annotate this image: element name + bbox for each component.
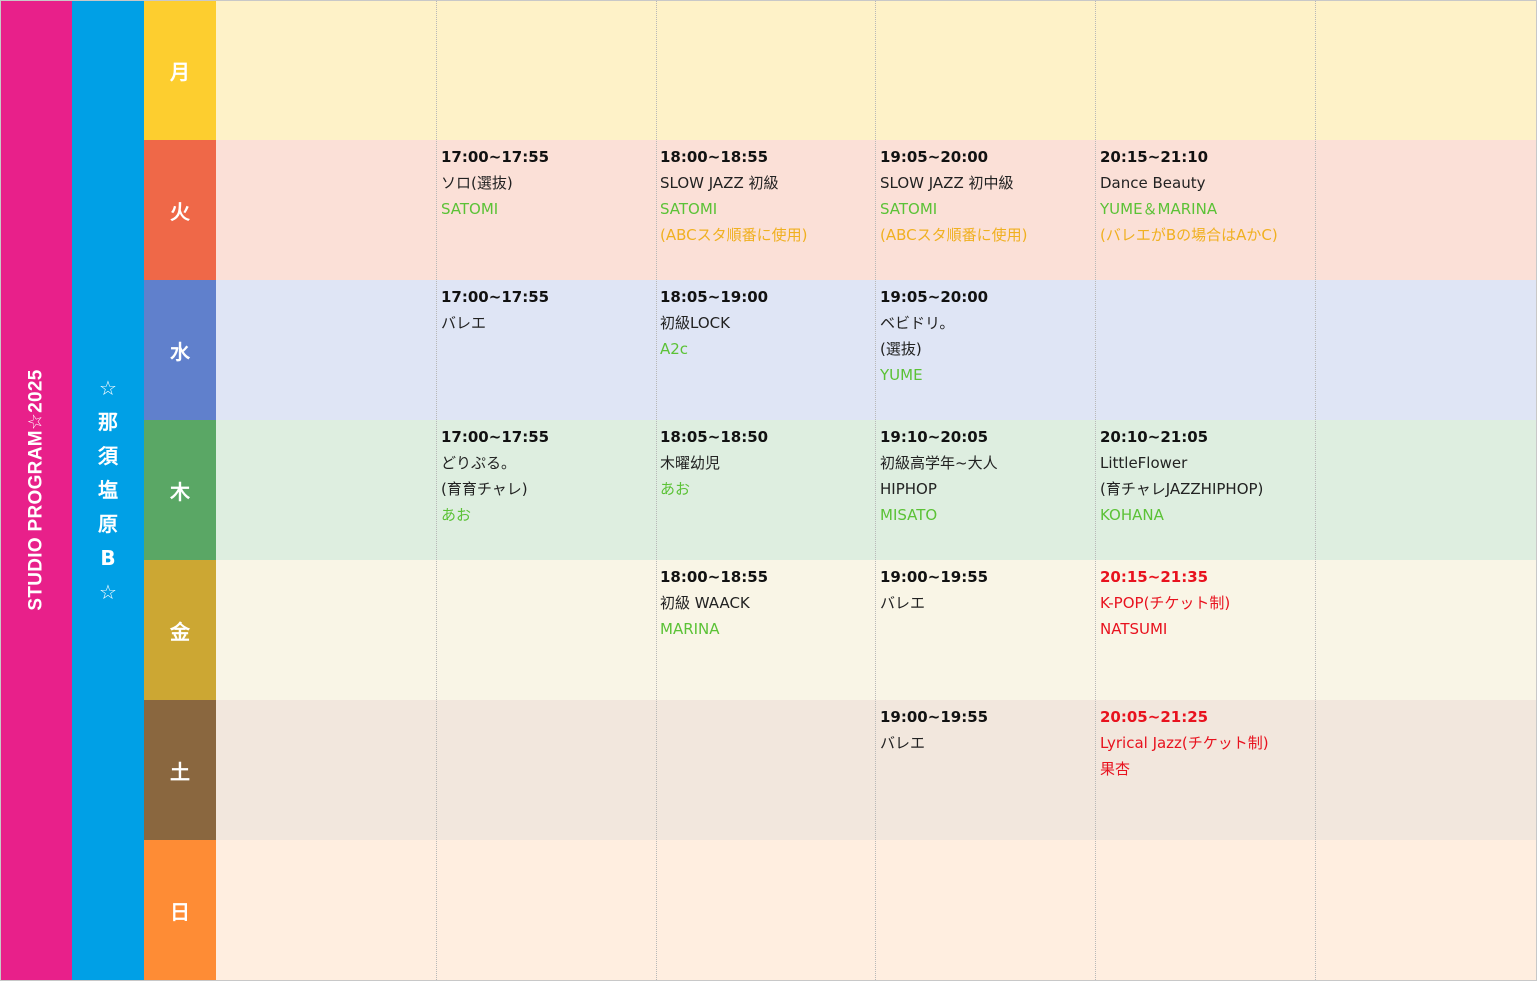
class-name: 初級 WAACK bbox=[660, 594, 750, 612]
class-time: 17:00~17:55 bbox=[441, 148, 550, 166]
class-cell[interactable]: 19:05~20:00 SLOW JAZZ 初中級 SATOMI (ABCスタ順… bbox=[880, 140, 1094, 276]
row-wed bbox=[216, 280, 1536, 420]
studio-char: 那 bbox=[98, 410, 118, 434]
class-instructor: SATOMI bbox=[660, 200, 718, 218]
schedule-title: STUDIO PROGRAM☆2025 bbox=[25, 369, 47, 611]
column-divider bbox=[875, 0, 876, 980]
class-cell[interactable]: 17:00~17:55 どりぷる。 (育育チャレ) あお bbox=[441, 420, 655, 556]
class-name: バレエ bbox=[880, 594, 926, 612]
studio-char: B bbox=[100, 546, 116, 570]
studio-band: ☆ 那 須 塩 原 B ☆ bbox=[72, 0, 144, 980]
class-name: 木曜幼児 bbox=[660, 454, 721, 472]
class-note: (バレエがBの場合はAかC) bbox=[1100, 226, 1278, 244]
day-label-mon: 月 bbox=[144, 0, 216, 140]
day-label-tue: 火 bbox=[144, 140, 216, 280]
class-cell[interactable]: 18:05~18:50 木曜幼児 あお bbox=[660, 420, 874, 556]
class-cell[interactable]: 18:05~19:00 初級LOCK A2c bbox=[660, 280, 874, 416]
schedule-frame: STUDIO PROGRAM☆2025 ☆ 那 須 塩 原 B ☆ 月 火 水 … bbox=[0, 0, 1537, 981]
class-instructor: KOHANA bbox=[1100, 506, 1164, 524]
class-cell-ticket[interactable]: 20:05~21:25 Lyrical Jazz(チケット制) 果杏 bbox=[1100, 700, 1314, 836]
row-fri bbox=[216, 560, 1536, 700]
title-band: STUDIO PROGRAM☆2025 bbox=[0, 0, 72, 980]
studio-char: ☆ bbox=[99, 580, 117, 604]
class-instructor: あお bbox=[441, 506, 472, 524]
day-label-sun: 日 bbox=[144, 840, 216, 980]
class-time: 19:00~19:55 bbox=[880, 568, 989, 586]
class-time: 20:15~21:10 bbox=[1100, 148, 1209, 166]
class-cell[interactable]: 18:00~18:55 SLOW JAZZ 初級 SATOMI (ABCスタ順番… bbox=[660, 140, 874, 276]
studio-name: ☆ 那 須 塩 原 B ☆ bbox=[72, 371, 144, 609]
row-thu bbox=[216, 420, 1536, 560]
class-cell[interactable]: 17:00~17:55 バレエ bbox=[441, 280, 655, 416]
column-divider bbox=[436, 0, 437, 980]
class-instructor: あお bbox=[660, 480, 691, 498]
class-cell[interactable]: 20:15~21:10 Dance Beauty YUME＆MARINA (バレ… bbox=[1100, 140, 1314, 276]
class-cell[interactable]: 18:00~18:55 初級 WAACK MARINA bbox=[660, 560, 874, 696]
class-name: Lyrical Jazz(チケット制) bbox=[1100, 734, 1269, 752]
class-name: LittleFlower bbox=[1100, 454, 1188, 472]
class-time: 20:10~21:05 bbox=[1100, 428, 1209, 446]
class-name: Dance Beauty bbox=[1100, 174, 1206, 192]
class-time: 17:00~17:55 bbox=[441, 428, 550, 446]
class-time: 19:05~20:00 bbox=[880, 148, 989, 166]
column-divider bbox=[656, 0, 657, 980]
row-mon bbox=[216, 0, 1536, 140]
class-time: 17:00~17:55 bbox=[441, 288, 550, 306]
row-sat bbox=[216, 700, 1536, 840]
class-instructor: MARINA bbox=[660, 620, 720, 638]
day-label-fri: 金 bbox=[144, 560, 216, 700]
class-time: 19:00~19:55 bbox=[880, 708, 989, 726]
column-divider bbox=[1095, 0, 1096, 980]
class-instructor: SATOMI bbox=[880, 200, 938, 218]
class-name: SLOW JAZZ 初級 bbox=[660, 174, 779, 192]
class-time: 20:15~21:35 bbox=[1100, 568, 1209, 586]
row-tue bbox=[216, 140, 1536, 280]
row-sun bbox=[216, 840, 1536, 980]
studio-char: 原 bbox=[98, 512, 118, 536]
class-instructor: YUME bbox=[880, 366, 923, 384]
class-time: 18:05~18:50 bbox=[660, 428, 769, 446]
class-instructor: 果杏 bbox=[1100, 760, 1131, 778]
class-cell-ticket[interactable]: 20:15~21:35 K-POP(チケット制) NATSUMI bbox=[1100, 560, 1314, 696]
class-name-line2: HIPHOP bbox=[880, 480, 937, 498]
class-cell[interactable]: 19:00~19:55 バレエ bbox=[880, 700, 1094, 836]
class-time: 18:00~18:55 bbox=[660, 568, 769, 586]
class-name: ソロ(選抜) bbox=[441, 174, 513, 192]
class-name: バレエ bbox=[441, 314, 487, 332]
column-divider bbox=[1315, 0, 1316, 980]
class-cell[interactable]: 19:10~20:05 初級高学年~大人 HIPHOP MISATO bbox=[880, 420, 1094, 556]
studio-char: ☆ bbox=[99, 376, 117, 400]
class-note: (ABCスタ順番に使用) bbox=[660, 226, 808, 244]
class-cell[interactable]: 20:10~21:05 LittleFlower (育チャレJAZZHIPHOP… bbox=[1100, 420, 1314, 556]
class-note: (ABCスタ順番に使用) bbox=[880, 226, 1028, 244]
class-time: 19:10~20:05 bbox=[880, 428, 989, 446]
class-name-line2: (育育チャレ) bbox=[441, 480, 528, 498]
day-label-wed: 水 bbox=[144, 280, 216, 420]
class-name-line2: (選抜) bbox=[880, 340, 922, 358]
day-label-thu: 木 bbox=[144, 420, 216, 560]
class-name: ベビドリ。 bbox=[880, 314, 955, 332]
class-cell[interactable]: 19:05~20:00 ベビドリ。 (選抜) YUME bbox=[880, 280, 1094, 416]
class-name-line2: (育チャレJAZZHIPHOP) bbox=[1100, 480, 1264, 498]
studio-char: 塩 bbox=[98, 478, 118, 502]
class-name: バレエ bbox=[880, 734, 926, 752]
day-label-sat: 土 bbox=[144, 700, 216, 840]
class-time: 18:00~18:55 bbox=[660, 148, 769, 166]
class-instructor: MISATO bbox=[880, 506, 938, 524]
class-name: 初級LOCK bbox=[660, 314, 730, 332]
class-name: K-POP(チケット制) bbox=[1100, 594, 1231, 612]
class-time: 20:05~21:25 bbox=[1100, 708, 1209, 726]
class-cell[interactable]: 19:00~19:55 バレエ bbox=[880, 560, 1094, 696]
class-instructor: YUME＆MARINA bbox=[1100, 200, 1218, 218]
class-instructor: SATOMI bbox=[441, 200, 499, 218]
class-cell[interactable]: 17:00~17:55 ソロ(選抜) SATOMI bbox=[441, 140, 655, 276]
class-instructor: A2c bbox=[660, 340, 689, 358]
class-time: 18:05~19:00 bbox=[660, 288, 769, 306]
class-time: 19:05~20:00 bbox=[880, 288, 989, 306]
studio-char: 須 bbox=[98, 444, 118, 468]
class-name: SLOW JAZZ 初中級 bbox=[880, 174, 1014, 192]
class-name: 初級高学年~大人 bbox=[880, 454, 998, 472]
class-name: どりぷる。 bbox=[441, 454, 517, 472]
class-instructor: NATSUMI bbox=[1100, 620, 1168, 638]
